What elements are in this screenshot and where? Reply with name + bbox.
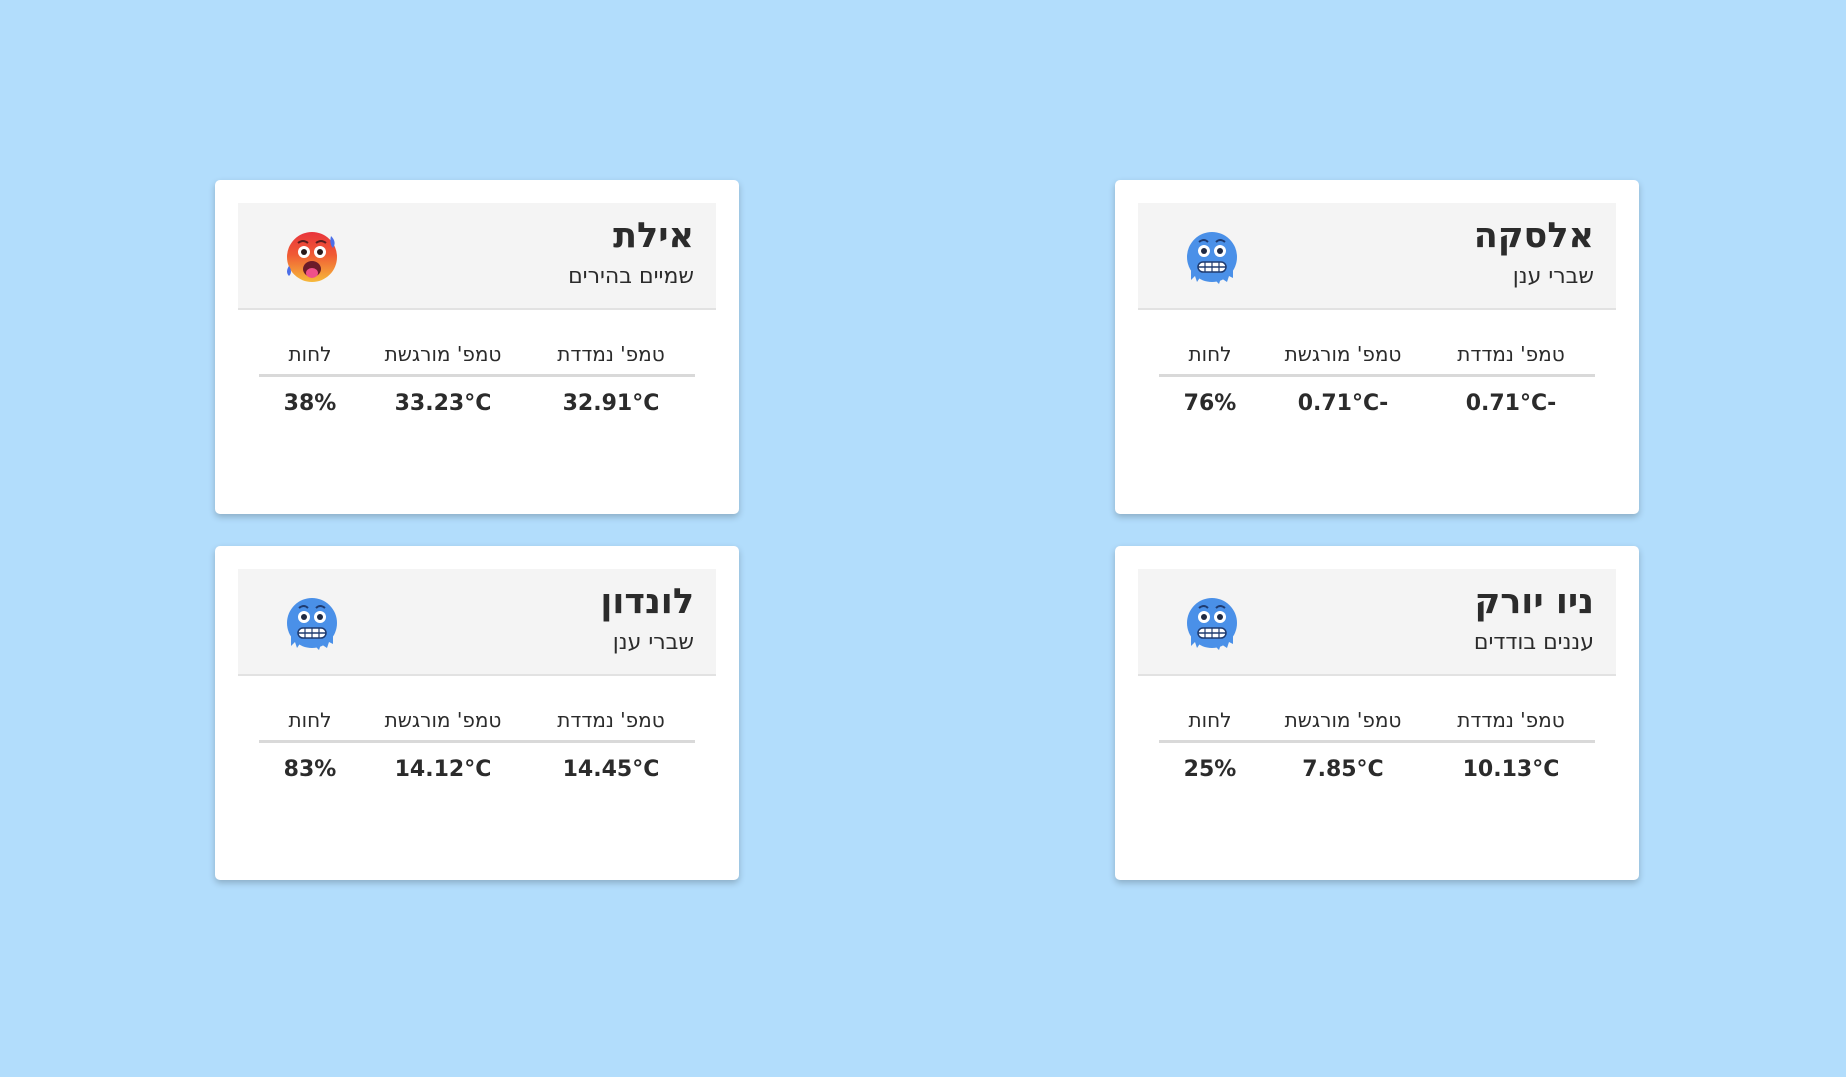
feels-like-value: 14.12°C bbox=[394, 757, 492, 782]
card-header: אילת שמיים בהירים bbox=[238, 203, 716, 310]
weather-description: שמיים בהירים bbox=[568, 264, 694, 289]
stats-header-row: טמפ' נמדדת טמפ' מורגשת לחות bbox=[259, 700, 695, 743]
measured-temp-value: 14.45°C bbox=[562, 757, 660, 782]
weather-stats-table: טמפ' נמדדת טמפ' מורגשת לחות 32.91°C 33.2… bbox=[259, 334, 695, 429]
feels-like-value: 33.23°C bbox=[394, 391, 492, 416]
feels-like-value: 7.85°C bbox=[1302, 757, 1384, 782]
card-header: לונדון שברי ענן bbox=[238, 569, 716, 676]
measured-temp-label: טמפ' נמדדת bbox=[557, 342, 665, 366]
weather-card-alaska: אלסקה שברי ענן טמפ' נמדדת טמפ' מורגשת לח… bbox=[1115, 180, 1639, 514]
weather-card-london: לונדון שברי ענן טמפ' נמדדת טמפ' מורגשת ל… bbox=[215, 546, 739, 880]
weather-description: שברי ענן bbox=[1512, 264, 1594, 289]
weather-stats-table: טמפ' נמדדת טמפ' מורגשת לחות 14.45°C 14.1… bbox=[259, 700, 695, 795]
feels-like-value: -0.71°C bbox=[1297, 391, 1389, 416]
humidity-label: לחות bbox=[288, 342, 332, 366]
cold-face-icon bbox=[1187, 598, 1237, 650]
humidity-label: לחות bbox=[288, 708, 332, 732]
card-header: ניו יורק עננים בודדים bbox=[1138, 569, 1616, 676]
feels-like-label: טמפ' מורגשת bbox=[1284, 342, 1402, 366]
humidity-value: 76% bbox=[1183, 391, 1237, 416]
humidity-value: 83% bbox=[283, 757, 337, 782]
measured-temp-label: טמפ' נמדדת bbox=[1457, 708, 1565, 732]
city-name: אלסקה bbox=[1473, 216, 1594, 256]
feels-like-label: טמפ' מורגשת bbox=[384, 708, 502, 732]
feels-like-label: טמפ' מורגשת bbox=[1284, 708, 1402, 732]
weather-cards-grid: אלסקה שברי ענן טמפ' נמדדת טמפ' מורגשת לח… bbox=[0, 0, 1846, 1077]
humidity-value: 38% bbox=[283, 391, 337, 416]
measured-temp-label: טמפ' נמדדת bbox=[557, 708, 665, 732]
city-name: לונדון bbox=[600, 582, 694, 622]
feels-like-label: טמפ' מורגשת bbox=[384, 342, 502, 366]
cold-face-icon bbox=[1187, 232, 1237, 284]
hot-face-icon bbox=[287, 232, 337, 282]
weather-stats-table: טמפ' נמדדת טמפ' מורגשת לחות -0.71°C -0.7… bbox=[1159, 334, 1595, 429]
humidity-label: לחות bbox=[1188, 708, 1232, 732]
weather-card-new-york: ניו יורק עננים בודדים טמפ' נמדדת טמפ' מו… bbox=[1115, 546, 1639, 880]
city-name: ניו יורק bbox=[1474, 582, 1594, 622]
weather-description: עננים בודדים bbox=[1473, 630, 1594, 655]
card-header: אלסקה שברי ענן bbox=[1138, 203, 1616, 310]
stats-header-row: טמפ' נמדדת טמפ' מורגשת לחות bbox=[1159, 700, 1595, 743]
humidity-value: 25% bbox=[1183, 757, 1237, 782]
measured-temp-value: -0.71°C bbox=[1465, 391, 1557, 416]
stats-value-row: 10.13°C 7.85°C 25% bbox=[1159, 743, 1595, 795]
cold-face-icon bbox=[287, 598, 337, 650]
stats-value-row: 32.91°C 33.23°C 38% bbox=[259, 377, 695, 429]
stats-header-row: טמפ' נמדדת טמפ' מורגשת לחות bbox=[1159, 334, 1595, 377]
measured-temp-label: טמפ' נמדדת bbox=[1457, 342, 1565, 366]
city-name: אילת bbox=[613, 216, 694, 256]
weather-card-eilat: אילת שמיים בהירים טמפ' נמדדת טמפ' מורגשת… bbox=[215, 180, 739, 514]
measured-temp-value: 32.91°C bbox=[562, 391, 660, 416]
weather-stats-table: טמפ' נמדדת טמפ' מורגשת לחות 10.13°C 7.85… bbox=[1159, 700, 1595, 795]
stats-value-row: 14.45°C 14.12°C 83% bbox=[259, 743, 695, 795]
humidity-label: לחות bbox=[1188, 342, 1232, 366]
stats-value-row: -0.71°C -0.71°C 76% bbox=[1159, 377, 1595, 429]
measured-temp-value: 10.13°C bbox=[1462, 757, 1560, 782]
weather-description: שברי ענן bbox=[612, 630, 694, 655]
stats-header-row: טמפ' נמדדת טמפ' מורגשת לחות bbox=[259, 334, 695, 377]
